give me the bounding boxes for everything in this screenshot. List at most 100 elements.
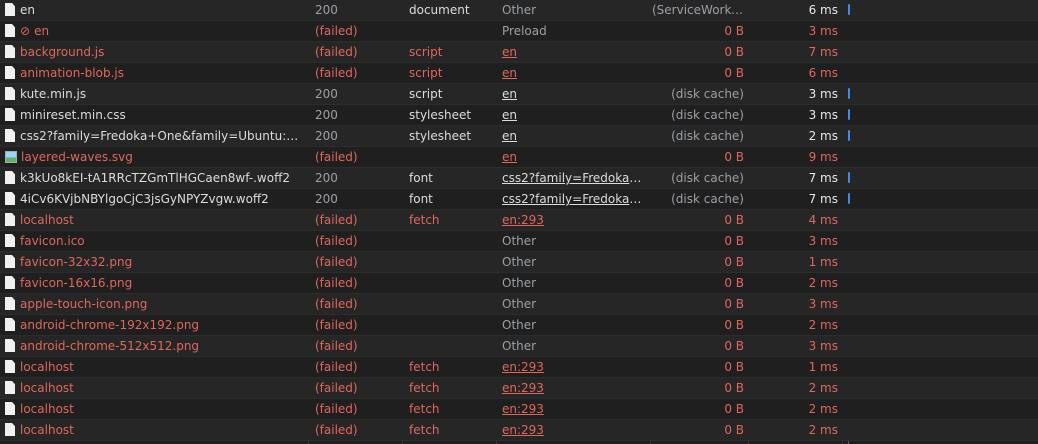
name-cell[interactable]: favicon-32x32.png: [4, 252, 308, 273]
initiator-cell[interactable]: en: [498, 147, 650, 168]
initiator-link[interactable]: css2?family=Fredoka+On...: [502, 171, 650, 185]
name-cell[interactable]: favicon.ico: [4, 231, 308, 252]
name-cell[interactable]: k3kUo8kEI-tA1RRcTZGmTlHGCaen8wf-.woff2: [4, 168, 308, 189]
initiator-cell: Other: [498, 231, 650, 252]
time-cell: 7 ms: [808, 192, 838, 206]
table-row[interactable]: localhost (failed) fetch en:293 0 B 1 ms: [0, 357, 1038, 378]
table-row[interactable]: kute.min.js 200 script en (disk cache) 3 ms: [0, 84, 1038, 105]
doc-icon: [5, 297, 15, 310]
initiator-cell: Other: [498, 252, 650, 273]
doc-icon: [5, 192, 15, 205]
name-cell[interactable]: favicon-16x16.png: [4, 273, 308, 294]
table-row[interactable]: 4iCv6KVjbNBYlgoCjC3jsGyNPYZvgw.woff2 200 f…: [0, 189, 1038, 210]
initiator-cell[interactable]: en: [498, 126, 650, 147]
waterfall-cell: [844, 42, 1038, 63]
table-row[interactable]: favicon.ico (failed) Other 0 B 3 ms: [0, 231, 1038, 252]
table-row[interactable]: ⊘ en (failed) Preload 0 B 3 ms: [0, 21, 1038, 42]
size-cell: 0 B: [724, 66, 744, 80]
initiator-cell[interactable]: en:293: [498, 357, 650, 378]
table-row[interactable]: favicon-16x16.png (failed) Other 0 B 2 ms: [0, 273, 1038, 294]
table-row[interactable]: en 200 document Other (ServiceWorker) 6 ms: [0, 0, 1038, 21]
initiator-link[interactable]: en:293: [502, 213, 544, 227]
initiator-link[interactable]: css2?family=Fredoka+On...: [502, 192, 650, 206]
waterfall-cell: [844, 252, 1038, 273]
name-cell[interactable]: localhost: [4, 378, 308, 399]
name-cell[interactable]: apple-touch-icon.png: [4, 294, 308, 315]
request-name: localhost: [20, 402, 74, 416]
table-row[interactable]: css2?family=Fredoka+One&family=Ubuntu:wg…: [0, 126, 1038, 147]
table-row[interactable]: k3kUo8kEI-tA1RRcTZGmTlHGCaen8wf-.woff2 20…: [0, 168, 1038, 189]
table-row[interactable]: background.js (failed) script en 0 B 7 ms: [0, 42, 1038, 63]
name-cell[interactable]: layered-waves.svg: [4, 147, 308, 168]
initiator-link[interactable]: en:293: [502, 360, 544, 374]
initiator-cell[interactable]: css2?family=Fredoka+On...: [498, 189, 650, 210]
initiator-cell[interactable]: en: [498, 84, 650, 105]
status-cell: (failed): [315, 297, 358, 311]
name-cell[interactable]: localhost: [4, 357, 308, 378]
initiator-link[interactable]: en:293: [502, 402, 544, 416]
name-cell[interactable]: animation-blob.js: [4, 63, 308, 84]
size-cell: (disk cache): [671, 129, 744, 143]
initiator-link[interactable]: en:293: [502, 381, 544, 395]
type-cell: fetch: [409, 381, 440, 395]
table-row[interactable]: android-chrome-192x192.png (failed) Other 0…: [0, 315, 1038, 336]
type-cell: stylesheet: [409, 108, 472, 122]
initiator-link[interactable]: en: [502, 87, 517, 101]
name-cell[interactable]: android-chrome-192x192.png: [4, 315, 308, 336]
table-row[interactable]: favicon-32x32.png (failed) Other 0 B 1 ms: [0, 252, 1038, 273]
waterfall-bar: [848, 4, 850, 15]
waterfall-cell: [844, 210, 1038, 231]
waterfall-bar: [848, 130, 850, 141]
table-row[interactable]: apple-touch-icon.png (failed) Other 0 B 3 ms: [0, 294, 1038, 315]
name-cell[interactable]: css2?family=Fredoka+One&family=Ubuntu:wg…: [4, 126, 308, 147]
request-name: localhost: [20, 360, 74, 374]
type-cell: [404, 147, 496, 168]
type-cell: [404, 336, 496, 357]
table-row[interactable]: localhost (failed) fetch en:293 0 B 2 ms: [0, 420, 1038, 441]
initiator-cell[interactable]: en: [498, 63, 650, 84]
initiator-cell[interactable]: en:293: [498, 378, 650, 399]
waterfall-cell: [844, 399, 1038, 420]
time-cell: 2 ms: [808, 276, 838, 290]
table-row[interactable]: localhost (failed) fetch en:293 0 B 4 ms: [0, 210, 1038, 231]
initiator-cell[interactable]: en: [498, 105, 650, 126]
doc-icon: [5, 129, 15, 142]
time-cell: 4 ms: [808, 213, 838, 227]
name-cell[interactable]: minireset.min.css: [4, 105, 308, 126]
table-row[interactable]: animation-blob.js (failed) script en 0 B 6 ms: [0, 63, 1038, 84]
table-row[interactable]: minireset.min.css 200 stylesheet en (disk ca…: [0, 105, 1038, 126]
name-cell[interactable]: ⊘ en: [4, 21, 308, 42]
table-row[interactable]: layered-waves.svg (failed) en 0 B 9 ms: [0, 147, 1038, 168]
name-cell[interactable]: android-chrome-512x512.png: [4, 336, 308, 357]
initiator-link[interactable]: en: [502, 45, 517, 59]
name-cell[interactable]: en: [4, 0, 308, 21]
initiator-link[interactable]: en: [502, 150, 517, 164]
initiator-cell[interactable]: en:293: [498, 420, 650, 441]
status-cell: 200: [315, 108, 338, 122]
initiator-cell[interactable]: css2?family=Fredoka+On...: [498, 168, 650, 189]
initiator-link[interactable]: en: [502, 129, 517, 143]
table-row[interactable]: localhost (failed) fetch en:293 0 B 2 ms: [0, 399, 1038, 420]
initiator-link[interactable]: en: [502, 66, 517, 80]
request-name: en: [34, 24, 50, 38]
name-cell[interactable]: kute.min.js: [4, 84, 308, 105]
name-cell[interactable]: localhost: [4, 210, 308, 231]
initiator-cell[interactable]: en:293: [498, 210, 650, 231]
initiator-cell[interactable]: en: [498, 42, 650, 63]
name-cell[interactable]: 4iCv6KVjbNBYlgoCjC3jsGyNPYZvgw.woff2: [4, 189, 308, 210]
request-name: k3kUo8kEI-tA1RRcTZGmTlHGCaen8wf-.woff2: [20, 171, 290, 185]
name-cell[interactable]: localhost: [4, 399, 308, 420]
name-cell[interactable]: background.js: [4, 42, 308, 63]
initiator-link[interactable]: en: [502, 108, 517, 122]
initiator-link[interactable]: en:293: [502, 423, 544, 437]
table-row[interactable]: android-chrome-512x512.png (failed) Other 0…: [0, 336, 1038, 357]
time-cell: 7 ms: [808, 45, 838, 59]
name-cell[interactable]: localhost: [4, 420, 308, 441]
table-row[interactable]: localhost (failed) fetch en:293 0 B 2 ms: [0, 378, 1038, 399]
doc-icon: [5, 255, 15, 268]
initiator-cell[interactable]: en:293: [498, 399, 650, 420]
time-cell: 2 ms: [808, 381, 838, 395]
doc-icon: [5, 234, 15, 247]
waterfall-cell: [844, 0, 1038, 21]
status-cell: (failed): [315, 360, 358, 374]
